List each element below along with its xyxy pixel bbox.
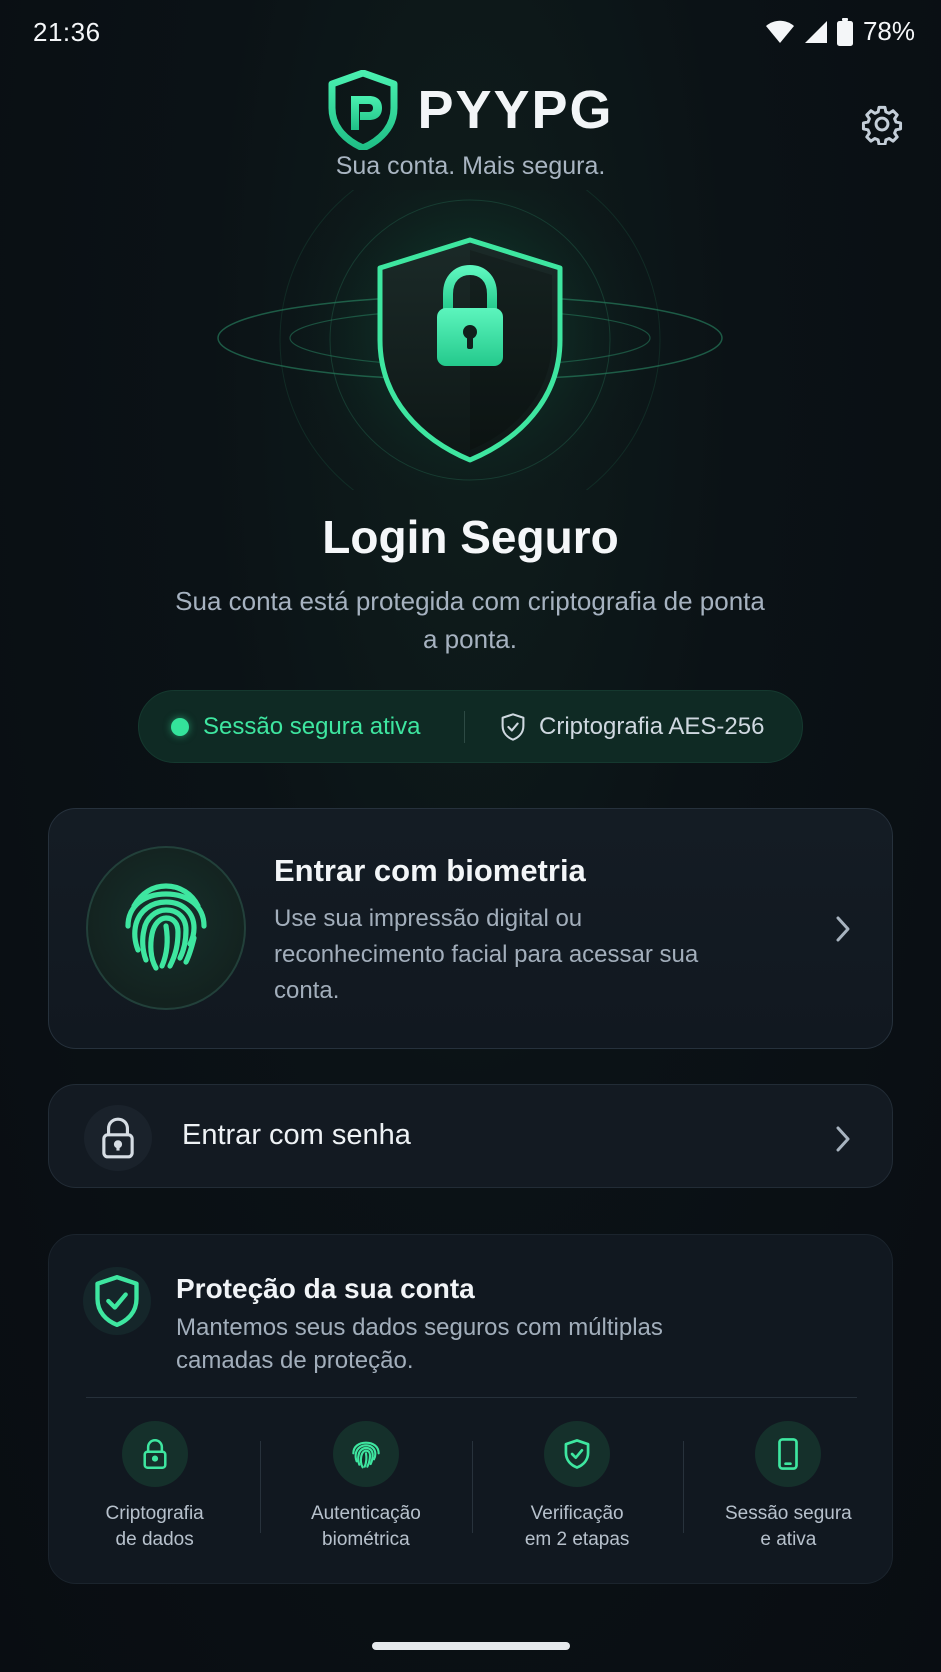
session-status-pill: Sessão segura ativa Criptografia AES-256: [138, 690, 803, 763]
page-title: Login Seguro: [322, 511, 619, 563]
feature-biometric-auth: Autenticação biométrica: [260, 1421, 471, 1561]
feature-secure-session: Sessão segura e ativa: [682, 1421, 894, 1561]
brand-tagline: Sua conta. Mais segura.: [335, 152, 606, 180]
protection-icon-circle: [83, 1267, 151, 1335]
protection-title: Proteção da sua conta: [176, 1273, 475, 1304]
lock-icon: [143, 1439, 167, 1469]
biometric-icon-circle: [86, 846, 246, 1010]
battery-percent: 78%: [862, 16, 915, 46]
page-subtitle: Sua conta está protegida com criptografi…: [175, 586, 765, 654]
settings-button[interactable]: [858, 100, 906, 148]
feature-icon-circle: [544, 1421, 611, 1487]
brand-header: PYYPG: [0, 70, 941, 150]
wifi-icon: [765, 20, 794, 43]
feature-two-step-verification: Verificação em 2 etapas: [471, 1421, 683, 1561]
fingerprint-icon: [125, 883, 207, 971]
signal-icon: [804, 20, 827, 43]
feature-label: Verificação em 2 etapas: [524, 1503, 630, 1550]
status-icons: 78%: [765, 16, 915, 47]
gear-icon: [861, 105, 903, 145]
lock-icon: [102, 1117, 134, 1159]
password-icon-circle: [84, 1105, 152, 1171]
encryption-text: Criptografia AES-256: [539, 712, 765, 740]
password-login-button[interactable]: Entrar com senha: [48, 1084, 893, 1188]
status-time: 21:36: [33, 17, 101, 47]
encryption-status: Criptografia AES-256: [465, 712, 764, 742]
session-status-text: Sessão segura ativa: [203, 712, 421, 740]
battery-icon: [836, 17, 853, 46]
account-protection-card: Proteção da sua conta Mantemos seus dado…: [48, 1234, 893, 1584]
feature-data-encryption: Criptografia de dados: [49, 1421, 260, 1561]
phone-icon: [778, 1438, 799, 1470]
biometric-description: Use sua impressão digital ou reconhecime…: [274, 905, 699, 1004]
brand-name: PYYPG: [417, 80, 614, 140]
status-bar: 21:36 78%: [0, 0, 941, 64]
brand-logo-icon: [328, 70, 398, 150]
shield-lock-icon: [217, 140, 723, 540]
protection-features: Criptografia de dados Autenticação biomé…: [49, 1421, 894, 1561]
feature-divider: [471, 1441, 473, 1533]
biometric-title: Entrar com biometria: [274, 853, 586, 888]
chevron-right-icon: [836, 916, 850, 942]
feature-label: Autenticação biométrica: [310, 1503, 421, 1550]
feature-icon-circle: [332, 1421, 399, 1487]
feature-label: Criptografia de dados: [105, 1503, 204, 1550]
feature-icon-circle: [121, 1421, 188, 1487]
feature-icon-circle: [755, 1421, 822, 1487]
feature-divider: [260, 1441, 262, 1533]
chevron-right-icon: [836, 1126, 850, 1152]
shield-check-icon: [95, 1274, 139, 1327]
status-dot-icon: [171, 717, 189, 736]
shield-check-icon: [501, 712, 525, 741]
protection-description: Mantemos seus dados seguros com múltipla…: [176, 1314, 663, 1374]
home-indicator[interactable]: [372, 1642, 570, 1650]
protection-divider: [86, 1397, 857, 1398]
hero-shield-illustration: [200, 140, 740, 540]
fingerprint-icon: [352, 1441, 380, 1469]
password-login-label: Entrar com senha: [182, 1119, 411, 1151]
feature-divider: [682, 1441, 684, 1533]
feature-label: Sessão segura e ativa: [725, 1503, 852, 1550]
shield-check-icon: [564, 1439, 590, 1469]
session-status: Sessão segura ativa: [139, 713, 464, 741]
biometric-login-button[interactable]: Entrar com biometria Use sua impressão d…: [48, 808, 893, 1049]
